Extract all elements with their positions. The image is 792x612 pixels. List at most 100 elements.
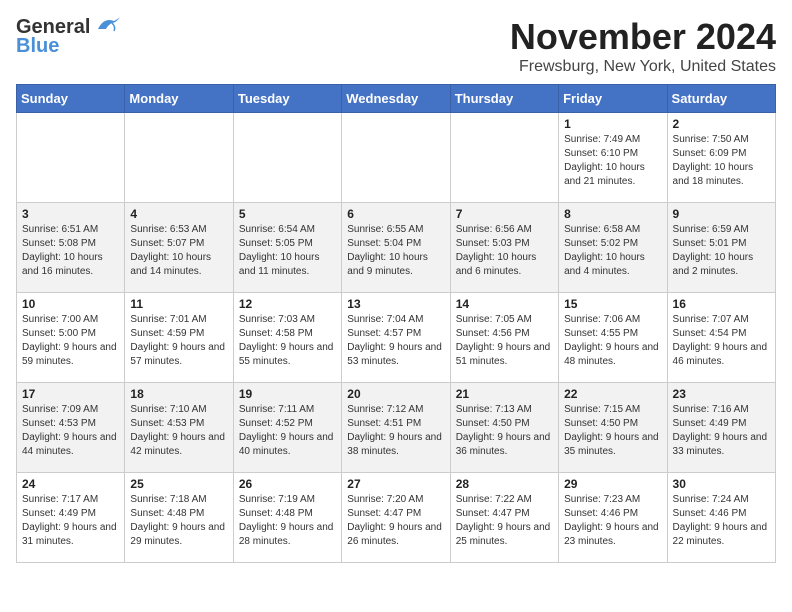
day-info: Sunrise: 7:03 AMSunset: 4:58 PMDaylight:… <box>239 313 336 369</box>
calendar-day-cell: 24 Sunrise: 7:17 AMSunset: 4:49 PMDayligh… <box>17 473 125 563</box>
day-info: Sunrise: 7:13 AMSunset: 4:50 PMDaylight:… <box>456 403 553 459</box>
day-number: 23 <box>673 387 770 401</box>
calendar-body: 1Sunrise: 7:49 AMSunset: 6:10 PMDaylight… <box>17 113 776 563</box>
day-info: Sunrise: 6:59 AMSunset: 5:01 PMDaylight:… <box>673 223 770 279</box>
day-info: Sunrise: 7:17 AMSunset: 4:49 PMDaylight:… <box>22 493 119 549</box>
day-number: 10 <box>22 297 119 311</box>
weekday-header-row: SundayMondayTuesdayWednesdayThursdayFrid… <box>17 85 776 113</box>
calendar-day-cell: 1Sunrise: 7:49 AMSunset: 6:10 PMDaylight… <box>559 113 667 203</box>
calendar-day-cell: 22 Sunrise: 7:15 AMSunset: 4:50 PMDayligh… <box>559 383 667 473</box>
day-number: 3 <box>22 207 119 221</box>
day-info: Sunrise: 6:51 AMSunset: 5:08 PMDaylight:… <box>22 223 119 279</box>
day-number: 25 <box>130 477 227 491</box>
day-number: 7 <box>456 207 553 221</box>
calendar-day-cell: 3 Sunrise: 6:51 AMSunset: 5:08 PMDaylight… <box>17 203 125 293</box>
calendar-day-cell: 7 Sunrise: 6:56 AMSunset: 5:03 PMDaylight… <box>450 203 558 293</box>
logo-blue-text: Blue <box>16 35 59 58</box>
day-info: Sunrise: 7:15 AMSunset: 4:50 PMDaylight:… <box>564 403 661 459</box>
title-area: November 2024 Frewsburg, New York, Unite… <box>510 16 776 76</box>
calendar-day-cell: 18Sunrise: 7:10 AMSunset: 4:53 PMDayligh… <box>125 383 233 473</box>
day-info: Sunrise: 7:00 AMSunset: 5:00 PMDaylight:… <box>22 313 119 369</box>
day-number: 22 <box>564 387 661 401</box>
day-info: Sunrise: 7:04 AMSunset: 4:57 PMDaylight:… <box>347 313 444 369</box>
header: General Blue November 2024 Frewsburg, Ne… <box>16 16 776 76</box>
calendar-week-row: 17Sunrise: 7:09 AMSunset: 4:53 PMDayligh… <box>17 383 776 473</box>
day-info: Sunrise: 7:50 AMSunset: 6:09 PMDaylight:… <box>673 133 770 189</box>
day-number: 8 <box>564 207 661 221</box>
calendar-week-row: 24 Sunrise: 7:17 AMSunset: 4:49 PMDayligh… <box>17 473 776 563</box>
day-info: Sunrise: 6:56 AMSunset: 5:03 PMDaylight:… <box>456 223 553 279</box>
day-info: Sunrise: 7:19 AMSunset: 4:48 PMDaylight:… <box>239 493 336 549</box>
calendar-day-cell <box>125 113 233 203</box>
calendar-day-cell: 23Sunrise: 7:16 AMSunset: 4:49 PMDayligh… <box>667 383 775 473</box>
day-info: Sunrise: 7:05 AMSunset: 4:56 PMDaylight:… <box>456 313 553 369</box>
weekday-header-cell: Sunday <box>17 85 125 113</box>
day-info: Sunrise: 7:24 AMSunset: 4:46 PMDaylight:… <box>673 493 770 549</box>
calendar-day-cell <box>233 113 341 203</box>
calendar-day-cell: 5 Sunrise: 6:54 AMSunset: 5:05 PMDaylight… <box>233 203 341 293</box>
day-number: 30 <box>673 477 770 491</box>
calendar-day-cell <box>450 113 558 203</box>
day-info: Sunrise: 7:10 AMSunset: 4:53 PMDaylight:… <box>130 403 227 459</box>
day-number: 24 <box>22 477 119 491</box>
day-number: 13 <box>347 297 444 311</box>
calendar-day-cell: 25Sunrise: 7:18 AMSunset: 4:48 PMDayligh… <box>125 473 233 563</box>
calendar-week-row: 1Sunrise: 7:49 AMSunset: 6:10 PMDaylight… <box>17 113 776 203</box>
day-info: Sunrise: 6:53 AMSunset: 5:07 PMDaylight:… <box>130 223 227 279</box>
calendar-day-cell: 11Sunrise: 7:01 AMSunset: 4:59 PMDayligh… <box>125 293 233 383</box>
day-info: Sunrise: 6:58 AMSunset: 5:02 PMDaylight:… <box>564 223 661 279</box>
month-year-title: November 2024 <box>510 16 776 58</box>
calendar-day-cell <box>17 113 125 203</box>
logo-bird-icon <box>94 15 122 37</box>
weekday-header-cell: Thursday <box>450 85 558 113</box>
calendar-day-cell: 26 Sunrise: 7:19 AMSunset: 4:48 PMDayligh… <box>233 473 341 563</box>
calendar-day-cell: 2 Sunrise: 7:50 AMSunset: 6:09 PMDaylight… <box>667 113 775 203</box>
location-subtitle: Frewsburg, New York, United States <box>510 58 776 76</box>
day-info: Sunrise: 7:11 AMSunset: 4:52 PMDaylight:… <box>239 403 336 459</box>
day-info: Sunrise: 7:09 AMSunset: 4:53 PMDaylight:… <box>22 403 119 459</box>
calendar-day-cell: 15Sunrise: 7:06 AMSunset: 4:55 PMDayligh… <box>559 293 667 383</box>
weekday-header-cell: Tuesday <box>233 85 341 113</box>
day-info: Sunrise: 7:20 AMSunset: 4:47 PMDaylight:… <box>347 493 444 549</box>
day-number: 12 <box>239 297 336 311</box>
day-number: 14 <box>456 297 553 311</box>
calendar-week-row: 3 Sunrise: 6:51 AMSunset: 5:08 PMDaylight… <box>17 203 776 293</box>
calendar-day-cell: 6Sunrise: 6:55 AMSunset: 5:04 PMDaylight… <box>342 203 450 293</box>
day-number: 26 <box>239 477 336 491</box>
weekday-header-cell: Saturday <box>667 85 775 113</box>
calendar-day-cell: 9 Sunrise: 6:59 AMSunset: 5:01 PMDaylight… <box>667 203 775 293</box>
weekday-header-cell: Wednesday <box>342 85 450 113</box>
calendar-day-cell: 27 Sunrise: 7:20 AMSunset: 4:47 PMDayligh… <box>342 473 450 563</box>
day-number: 20 <box>347 387 444 401</box>
calendar-day-cell: 29 Sunrise: 7:23 AMSunset: 4:46 PMDayligh… <box>559 473 667 563</box>
day-number: 2 <box>673 117 770 131</box>
day-info: Sunrise: 7:12 AMSunset: 4:51 PMDaylight:… <box>347 403 444 459</box>
weekday-header-cell: Friday <box>559 85 667 113</box>
calendar-day-cell: 19 Sunrise: 7:11 AMSunset: 4:52 PMDayligh… <box>233 383 341 473</box>
day-number: 19 <box>239 387 336 401</box>
day-number: 9 <box>673 207 770 221</box>
calendar-day-cell: 20 Sunrise: 7:12 AMSunset: 4:51 PMDayligh… <box>342 383 450 473</box>
day-number: 21 <box>456 387 553 401</box>
calendar-day-cell: 4 Sunrise: 6:53 AMSunset: 5:07 PMDaylight… <box>125 203 233 293</box>
day-number: 1 <box>564 117 661 131</box>
day-number: 28 <box>456 477 553 491</box>
day-info: Sunrise: 7:07 AMSunset: 4:54 PMDaylight:… <box>673 313 770 369</box>
day-number: 29 <box>564 477 661 491</box>
day-info: Sunrise: 7:06 AMSunset: 4:55 PMDaylight:… <box>564 313 661 369</box>
day-number: 6 <box>347 207 444 221</box>
day-info: Sunrise: 7:23 AMSunset: 4:46 PMDaylight:… <box>564 493 661 549</box>
calendar-day-cell: 14 Sunrise: 7:05 AMSunset: 4:56 PMDayligh… <box>450 293 558 383</box>
calendar-table: SundayMondayTuesdayWednesdayThursdayFrid… <box>16 84 776 563</box>
calendar-day-cell: 17Sunrise: 7:09 AMSunset: 4:53 PMDayligh… <box>17 383 125 473</box>
calendar-week-row: 10 Sunrise: 7:00 AMSunset: 5:00 PMDayligh… <box>17 293 776 383</box>
day-number: 5 <box>239 207 336 221</box>
day-info: Sunrise: 6:54 AMSunset: 5:05 PMDaylight:… <box>239 223 336 279</box>
calendar-day-cell: 10 Sunrise: 7:00 AMSunset: 5:00 PMDayligh… <box>17 293 125 383</box>
day-number: 27 <box>347 477 444 491</box>
calendar-day-cell: 12 Sunrise: 7:03 AMSunset: 4:58 PMDayligh… <box>233 293 341 383</box>
day-number: 4 <box>130 207 227 221</box>
calendar-day-cell: 21 Sunrise: 7:13 AMSunset: 4:50 PMDayligh… <box>450 383 558 473</box>
day-info: Sunrise: 7:01 AMSunset: 4:59 PMDaylight:… <box>130 313 227 369</box>
day-number: 16 <box>673 297 770 311</box>
